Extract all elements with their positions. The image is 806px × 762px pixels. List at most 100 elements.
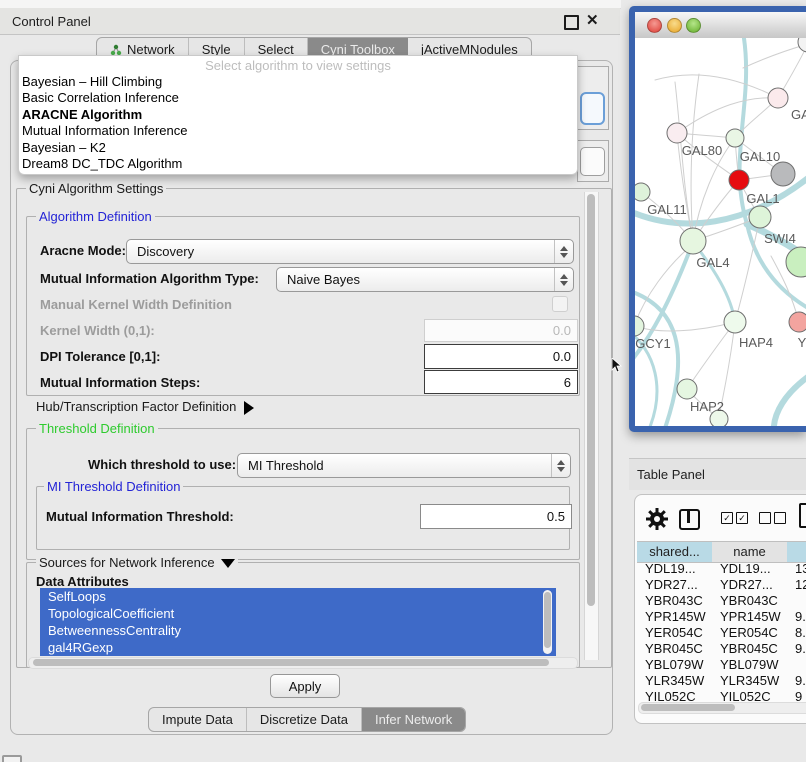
table-row[interactable]: YIL052C YIL052C 9 xyxy=(637,689,806,701)
node-red[interactable] xyxy=(729,170,749,190)
mi-steps-field[interactable]: 6 xyxy=(424,370,578,394)
table-cell[interactable]: 9 xyxy=(795,689,806,701)
table-row[interactable]: YBR045C YBR045C 9. xyxy=(637,641,806,657)
table-cell[interactable]: 9. xyxy=(795,609,806,625)
node-salmon[interactable] xyxy=(789,312,806,332)
minimized-panel-icon[interactable] xyxy=(2,755,22,762)
node-swi4[interactable] xyxy=(749,206,771,228)
table-cell[interactable] xyxy=(795,593,806,609)
table-cell[interactable]: YIL052C xyxy=(720,689,789,701)
table-cell[interactable]: YBL079W xyxy=(720,657,789,673)
node-gcy1[interactable] xyxy=(635,316,644,336)
node-gal11[interactable] xyxy=(635,183,650,201)
table-row[interactable]: YPR145W YPR145W 9. xyxy=(637,609,806,625)
node-gray[interactable] xyxy=(771,162,795,186)
attribute-item-selfloops[interactable]: SelfLoops xyxy=(40,588,556,605)
algorithm-dropdown[interactable]: Select algorithm to view settings Bayesi… xyxy=(18,55,578,175)
dropdown-option-aracne-algorithm[interactable]: ARACNE Algorithm xyxy=(22,107,574,123)
table-cell[interactable]: YER054C xyxy=(720,625,789,641)
node-hap2[interactable] xyxy=(677,379,697,399)
column-header-shared[interactable]: shared... xyxy=(637,541,713,563)
column-header-2[interactable] xyxy=(787,541,806,563)
table-row[interactable]: YBL079W YBL079W xyxy=(637,657,806,673)
sources-toggle[interactable]: Sources for Network Inference xyxy=(36,555,238,570)
which-threshold-select[interactable]: MI Threshold xyxy=(237,453,571,478)
node-gal10[interactable] xyxy=(726,129,744,147)
table-cell[interactable]: 9. xyxy=(795,673,806,689)
table-cell[interactable]: YIL052C xyxy=(645,689,714,701)
attributes-hscroll-thumb[interactable] xyxy=(33,659,549,666)
close-icon[interactable]: ✕ xyxy=(586,11,599,29)
minimize-light-icon[interactable] xyxy=(667,18,682,33)
node-gal4[interactable] xyxy=(680,228,706,254)
table-cell[interactable]: 9. xyxy=(795,641,806,657)
table-cell[interactable]: YBR043C xyxy=(720,593,789,609)
table-cell[interactable]: YLR345W xyxy=(720,673,789,689)
network-view-window[interactable]: GALGAL80GAL10GAL1GAL11SWI4GAL4GCY1HAP4YH… xyxy=(629,6,806,432)
attributes-vscroll-thumb[interactable] xyxy=(544,592,551,648)
dropdown-option-bayesian-hill-climbing[interactable]: Bayesian – Hill Climbing xyxy=(22,74,574,90)
table-cell[interactable]: YLR345W xyxy=(645,673,714,689)
attribute-item-gal4rgexp[interactable]: gal4RGexp xyxy=(40,639,556,656)
settings-scrollbar[interactable] xyxy=(584,192,599,660)
table-cell[interactable]: 8. xyxy=(795,625,806,641)
table-cell[interactable]: YPR145W xyxy=(645,609,714,625)
column-header-name[interactable]: name xyxy=(712,541,788,563)
table-hscroll-thumb[interactable] xyxy=(641,704,735,711)
table-row[interactable]: YLR345W YLR345W 9. xyxy=(637,673,806,689)
network-window-titlebar[interactable] xyxy=(635,12,806,39)
node-hap4[interactable] xyxy=(724,311,746,333)
hub-definition-toggle[interactable]: Hub/Transcription Factor Definition xyxy=(36,399,254,415)
dpi-tolerance-field[interactable]: 0.0 xyxy=(424,344,578,369)
node-big-green[interactable] xyxy=(786,247,806,277)
table-cell[interactable]: YBR045C xyxy=(720,641,789,657)
table-row[interactable]: YER054C YER054C 8. xyxy=(637,625,806,641)
table-cell[interactable]: YBR045C xyxy=(645,641,714,657)
dropdown-option-dream8-dc-tdc-algorithm[interactable]: Dream8 DC_TDC Algorithm xyxy=(22,156,574,172)
node-pink-top[interactable] xyxy=(768,88,788,108)
document-icon[interactable] xyxy=(799,503,806,528)
table-cell[interactable]: YDL19... xyxy=(645,561,714,577)
bottom-tab-infer-network[interactable]: Infer Network xyxy=(362,708,465,731)
mi-threshold-field[interactable]: 0.5 xyxy=(420,504,572,529)
deselect-all-icon[interactable] xyxy=(759,512,786,524)
node-gal80[interactable] xyxy=(667,123,687,143)
attribute-item-topologicalcoefficient[interactable]: TopologicalCoefficient xyxy=(40,605,556,622)
mi-type-select[interactable]: Naive Bayes xyxy=(276,267,574,292)
table-cell[interactable] xyxy=(795,657,806,673)
select-all-icon[interactable]: ✓ ✓ xyxy=(721,512,748,524)
table-row[interactable]: YBR043C YBR043C xyxy=(637,593,806,609)
table-cell[interactable]: YDL19... xyxy=(720,561,789,577)
dropdown-option-mutual-information-inference[interactable]: Mutual Information Inference xyxy=(22,123,574,139)
float-panel-icon[interactable] xyxy=(564,15,579,30)
table-row[interactable]: YDL19... YDL19... 13 xyxy=(637,561,806,577)
attributes-vscrollbar[interactable] xyxy=(543,590,552,654)
apply-button[interactable]: Apply xyxy=(270,674,340,698)
table-cell[interactable]: YDR27... xyxy=(720,577,789,593)
table-cell[interactable]: YBL079W xyxy=(645,657,714,673)
settings-scroll-thumb[interactable] xyxy=(587,194,595,606)
zoom-light-icon[interactable] xyxy=(686,18,701,33)
dropdown-option-basic-correlation-inference[interactable]: Basic Correlation Inference xyxy=(22,90,574,106)
table-cell[interactable]: YDR27... xyxy=(645,577,714,593)
gear-icon[interactable] xyxy=(645,507,669,531)
kernel-width-field[interactable]: 0.0 xyxy=(424,319,578,342)
table-row[interactable]: YDR27... YDR27... 12 xyxy=(637,577,806,593)
close-light-icon[interactable] xyxy=(647,18,662,33)
table-cell[interactable]: YER054C xyxy=(645,625,714,641)
attribute-item-betweennesscentrality[interactable]: BetweennessCentrality xyxy=(40,622,556,639)
dropdown-option-bayesian-k2[interactable]: Bayesian – K2 xyxy=(22,140,574,156)
bottom-tab-discretize-data[interactable]: Discretize Data xyxy=(247,708,362,731)
network-canvas[interactable]: GALGAL80GAL10GAL1GAL11SWI4GAL4GCY1HAP4YH… xyxy=(635,38,806,426)
bottom-tab-impute-data[interactable]: Impute Data xyxy=(149,708,247,731)
node-top-right[interactable] xyxy=(798,38,806,52)
table-hscrollbar[interactable] xyxy=(638,702,806,714)
manual-kernel-checkbox[interactable] xyxy=(552,296,568,312)
table-cell[interactable]: YPR145W xyxy=(720,609,789,625)
table-cell[interactable]: YBR043C xyxy=(645,593,714,609)
attributes-hscrollbar[interactable] xyxy=(28,657,578,669)
table-cell[interactable]: 12 xyxy=(795,577,806,593)
table-cell[interactable]: 13 xyxy=(795,561,806,577)
aracne-mode-select[interactable]: Discovery xyxy=(126,239,574,264)
split-columns-icon[interactable] xyxy=(679,509,700,530)
